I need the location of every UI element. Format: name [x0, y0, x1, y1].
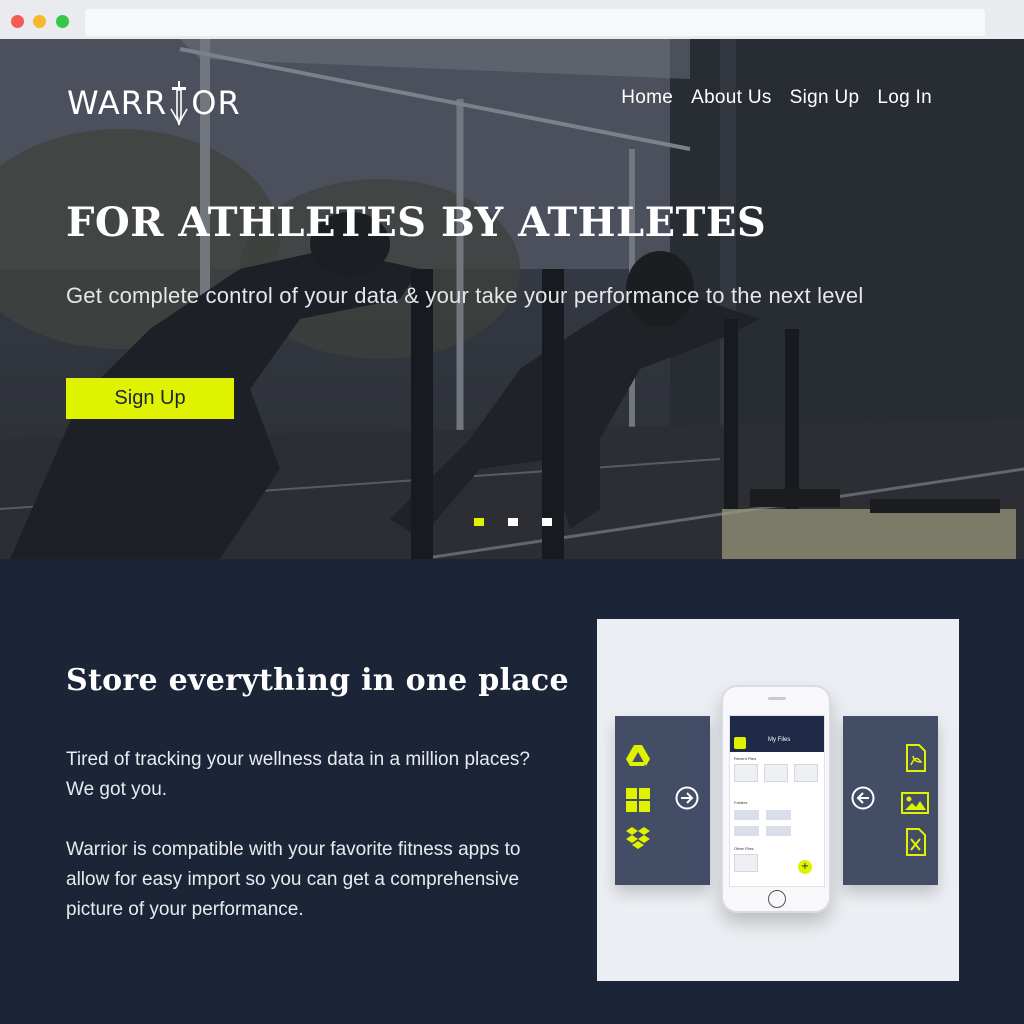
nav-log-in-link[interactable]: Log In [877, 87, 932, 109]
carousel-dot-3[interactable] [542, 518, 552, 526]
folder-tile [766, 826, 791, 836]
browser-chrome [0, 0, 1024, 39]
app-logo-icon [734, 737, 746, 749]
google-drive-icon [626, 745, 650, 766]
recent-file-tile [764, 764, 788, 782]
phone-status-bar [730, 716, 824, 734]
recent-file-tile [794, 764, 818, 782]
pdf-file-icon [906, 744, 926, 772]
carousel-dot-2[interactable] [508, 518, 518, 526]
feature-title: Store everything in one place [66, 663, 569, 698]
add-file-icon: + [798, 860, 812, 874]
nav-home-link[interactable]: Home [621, 87, 673, 109]
other-files-label: Other Files [734, 846, 754, 851]
hero-title: FOR ATHLETES BY ATHLETES [66, 199, 767, 246]
dropbox-icon [626, 827, 650, 849]
file-types-card [843, 716, 938, 885]
arrow-right-circle-icon [675, 786, 699, 810]
feature-paragraph-2: Warrior is compatible with your favorite… [66, 839, 521, 920]
phone-app-header: My Files [730, 734, 824, 752]
hero-subtitle: Get complete control of your data & your… [66, 283, 864, 308]
close-window-button[interactable] [11, 15, 24, 28]
excel-file-icon [906, 828, 926, 856]
import-sources-card [615, 716, 710, 885]
folders-label: Folders [734, 800, 748, 805]
carousel-dot-1[interactable] [474, 518, 484, 526]
carousel-indicators [474, 518, 552, 526]
nav-about-us-link[interactable]: About Us [691, 87, 772, 109]
hero-sign-up-button[interactable]: Sign Up [66, 378, 234, 419]
address-bar[interactable] [85, 9, 985, 36]
main-nav: Home About Us Sign Up Log In [603, 87, 932, 109]
recent-files-label: Recent Files [734, 756, 757, 761]
phone-screen: My Files Recent Files Folders Other File… [729, 715, 825, 887]
other-file-tile [734, 854, 758, 872]
hero-section: WARR OR Home About Us Sign Up Log In FOR… [0, 39, 1024, 559]
recent-file-tile [734, 764, 758, 782]
phone-header-title: My Files [768, 737, 791, 743]
feature-illustration: My Files Recent Files Folders Other File… [597, 619, 959, 981]
nav-sign-up-link[interactable]: Sign Up [790, 87, 860, 109]
feature-section: Store everything in one place Tired of t… [0, 559, 1024, 1024]
maximize-window-button[interactable] [56, 15, 69, 28]
image-file-icon [901, 792, 929, 814]
warrior-logo[interactable]: WARR OR [67, 79, 241, 127]
phone-mockup: My Files Recent Files Folders Other File… [721, 685, 831, 913]
folder-tile [766, 810, 791, 820]
logo-text-right: OR [191, 84, 241, 122]
windows-icon [626, 788, 650, 812]
folder-tile [734, 810, 759, 820]
sword-icon [170, 81, 188, 126]
minimize-window-button[interactable] [33, 15, 46, 28]
feature-paragraph-1: Tired of tracking your wellness data in … [66, 749, 530, 800]
phone-home-button [768, 890, 786, 908]
arrow-left-circle-icon [851, 786, 875, 810]
logo-text-left: WARR [67, 84, 168, 122]
folder-tile [734, 826, 759, 836]
phone-speaker [768, 697, 786, 700]
